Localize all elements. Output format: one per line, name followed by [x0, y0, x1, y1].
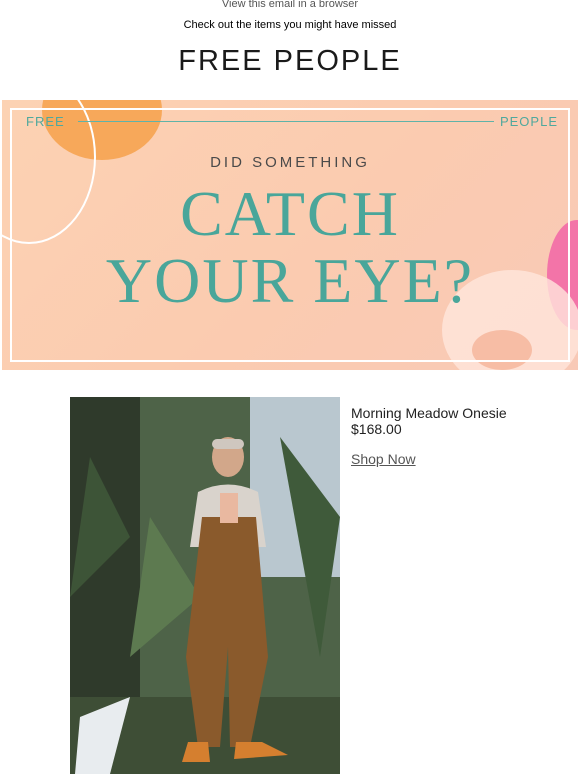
shop-now-link[interactable]: Shop Now: [351, 451, 416, 467]
hero-divider-line: [78, 121, 494, 122]
hero-headline-line2: YOUR EYE?: [105, 245, 475, 316]
hero-label-right: PEOPLE: [499, 114, 558, 129]
product-image[interactable]: [70, 397, 340, 774]
hero-label-left: FREE: [26, 114, 65, 129]
product-name[interactable]: Morning Meadow Onesie: [351, 405, 507, 421]
product-photo-illustration: [70, 397, 340, 774]
brand-logo[interactable]: FREE PEOPLE: [0, 45, 580, 78]
product-price: $168.00: [351, 421, 402, 437]
view-in-browser-link[interactable]: View this email in a browser: [0, 0, 580, 10]
preheader-text: Check out the items you might have misse…: [183, 19, 397, 31]
hero-eyebrow: DID SOMETHING: [210, 154, 370, 171]
hero-headline-line1: CATCH: [180, 178, 400, 249]
